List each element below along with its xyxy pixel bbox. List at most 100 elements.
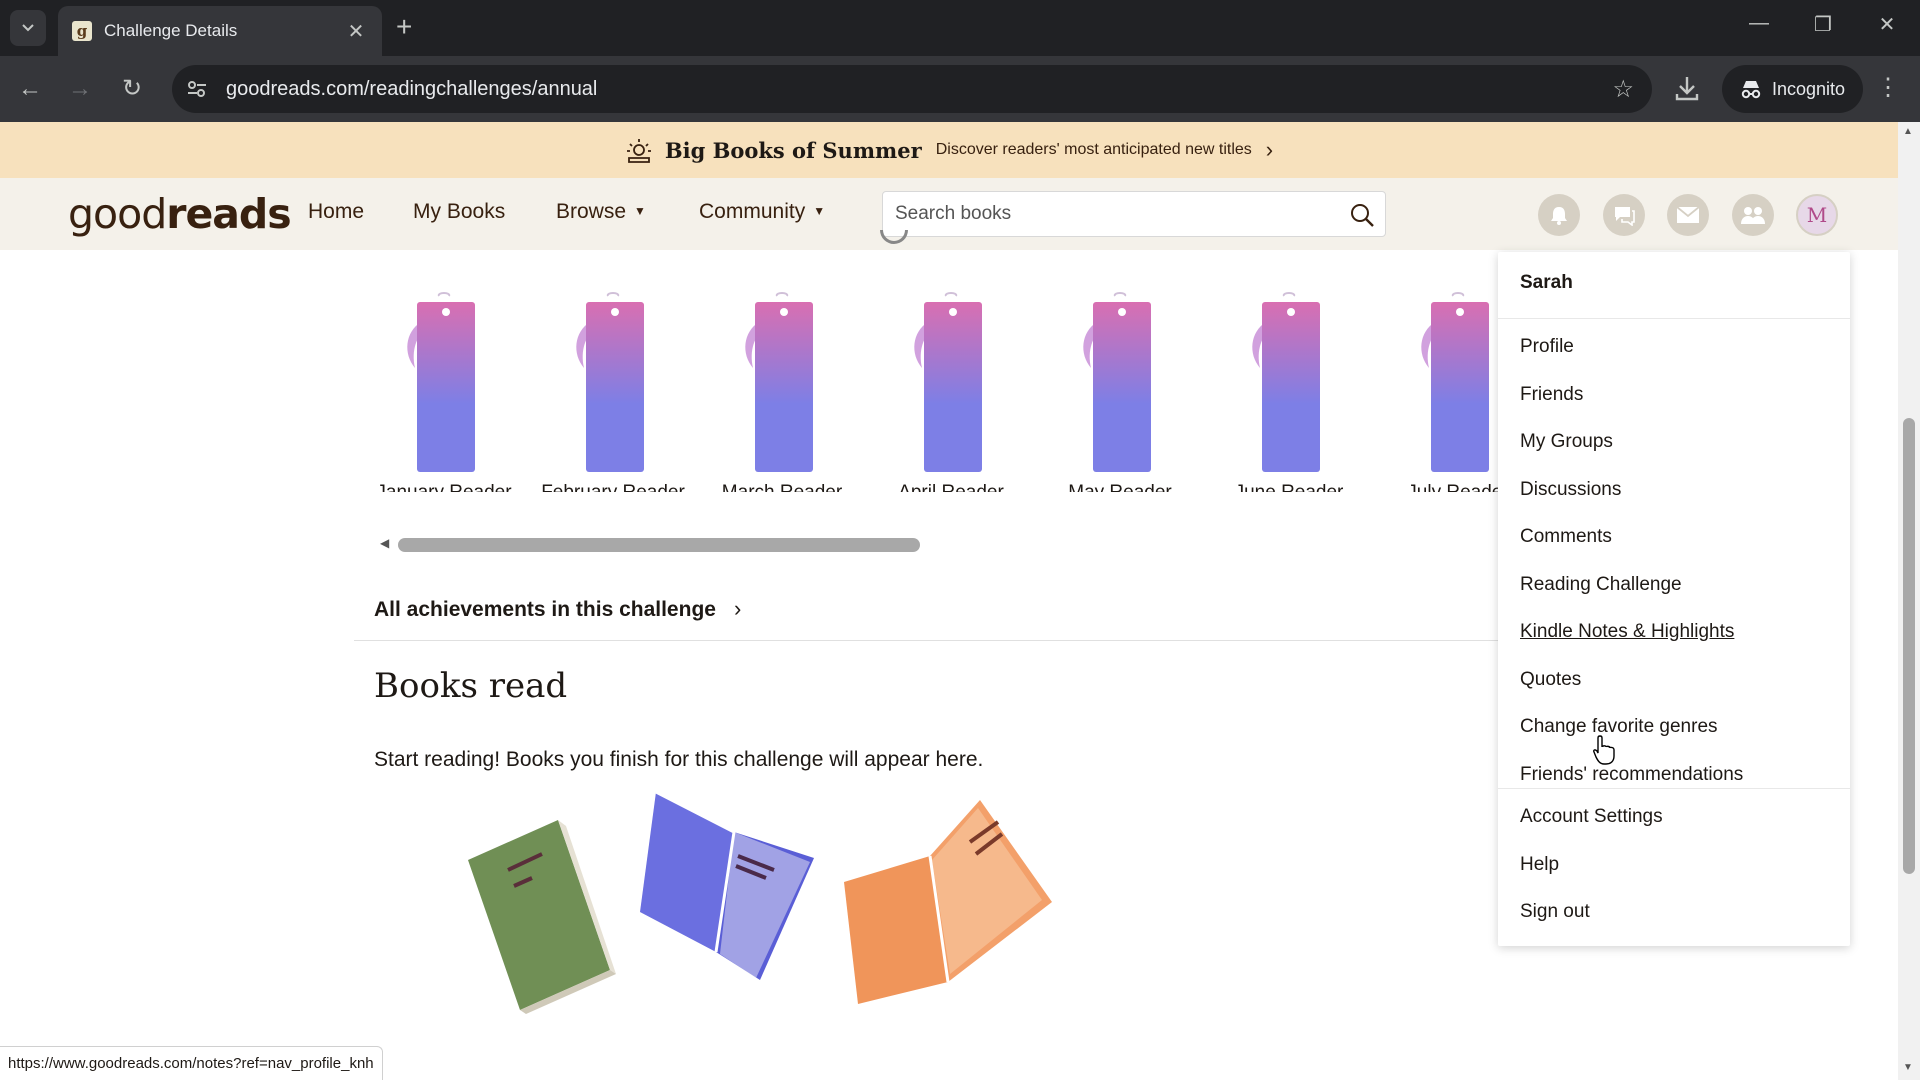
menu-item-account-settings[interactable]: Account Settings: [1520, 806, 1663, 828]
badge-label: February Reader: [529, 482, 697, 492]
menu-item-change-favorite-genres[interactable]: Change favorite genres: [1520, 716, 1718, 738]
bookmark-badge-icon: [576, 292, 644, 472]
page-viewport: Big Books of Summer Discover readers' mo…: [0, 122, 1898, 1080]
menu-item-reading-challenge[interactable]: Reading Challenge: [1520, 574, 1682, 596]
menu-item-sign-out[interactable]: Sign out: [1520, 901, 1590, 923]
bookmark-badge-icon: [1083, 292, 1151, 472]
notifications-bell-icon[interactable]: [1538, 194, 1580, 236]
menu-item-my-groups[interactable]: My Groups: [1520, 431, 1613, 453]
section-divider: [354, 640, 1500, 641]
close-window-icon[interactable]: ✕: [1872, 12, 1902, 37]
chevron-down-icon: [22, 24, 34, 32]
user-avatar[interactable]: M: [1796, 194, 1838, 236]
all-achievements-link[interactable]: All achievements in this challenge: [374, 598, 716, 622]
logo-light: good: [68, 190, 167, 238]
url-text: goodreads.com/readingchallenges/annual: [226, 77, 598, 100]
bookmark-badge-icon: [1421, 292, 1489, 472]
site-header: goodreads Home My Books Browse ▼ Communit…: [0, 178, 1898, 250]
browser-tab[interactable]: g Challenge Details ✕: [58, 6, 382, 56]
scroll-left-arrow-icon[interactable]: ◀: [380, 536, 389, 550]
promo-title: Big Books of Summer: [664, 137, 922, 163]
menu-item-friends[interactable]: Friends: [1520, 384, 1583, 406]
discussions-icon[interactable]: [1603, 194, 1645, 236]
badge-item[interactable]: February Reader: [529, 292, 697, 492]
browser-toolbar: ← → ↻ goodreads.com/readingchallenges/an…: [0, 56, 1920, 122]
incognito-label: Incognito: [1772, 78, 1846, 99]
nav-browse[interactable]: Browse ▼: [556, 200, 646, 224]
minimize-icon[interactable]: —: [1744, 12, 1774, 35]
page-scrollbar-thumb[interactable]: [1903, 418, 1915, 874]
menu-item-kindle-notes-highlights[interactable]: Kindle Notes & Highlights: [1520, 621, 1734, 643]
nav-browse-label: Browse: [556, 200, 627, 223]
page-scrollbar[interactable]: ▲ ▼: [1898, 122, 1920, 1080]
tab-search-button[interactable]: [10, 10, 46, 46]
books-read-heading: Books read: [374, 666, 568, 706]
search-input[interactable]: [883, 192, 1323, 236]
orange-book-illustration: [844, 800, 1052, 1004]
site-settings-icon[interactable]: [182, 79, 212, 99]
incognito-icon: [1741, 81, 1761, 99]
menu-item-discussions[interactable]: Discussions: [1520, 479, 1621, 501]
badge-item[interactable]: March Reader: [698, 292, 866, 492]
download-icon[interactable]: [1674, 74, 1700, 107]
menu-item-help[interactable]: Help: [1520, 854, 1559, 876]
books-illustration: [468, 790, 1052, 1014]
bookmark-badge-icon: [745, 292, 813, 472]
badge-item[interactable]: July Reader: [1374, 292, 1500, 492]
close-tab-icon[interactable]: ✕: [344, 19, 368, 44]
bookmark-badge-icon: [1252, 292, 1320, 472]
reload-icon[interactable]: ↻: [116, 73, 148, 105]
chevron-right-icon: ›: [1265, 137, 1274, 162]
goodreads-favicon-icon: g: [72, 21, 92, 41]
nav-my-books[interactable]: My Books: [413, 200, 505, 224]
chevron-right-icon[interactable]: ›: [734, 596, 741, 622]
forward-arrow-icon[interactable]: →: [64, 73, 96, 105]
promo-banner[interactable]: Big Books of Summer Discover readers' mo…: [0, 122, 1898, 178]
goodreads-logo[interactable]: goodreads: [68, 190, 292, 238]
address-bar[interactable]: goodreads.com/readingchallenges/annual ☆: [172, 65, 1652, 113]
restore-icon[interactable]: ❐: [1808, 12, 1838, 37]
new-tab-button[interactable]: +: [396, 12, 412, 42]
badge-item[interactable]: June Reader: [1205, 292, 1373, 492]
sun-book-icon: [626, 139, 651, 163]
badges-scrollbar-thumb[interactable]: [398, 538, 920, 552]
menu-item-quotes[interactable]: Quotes: [1520, 669, 1581, 691]
menu-item-friends-recommendations[interactable]: Friends' recommendations: [1520, 764, 1743, 786]
bookmark-badge-icon: [407, 292, 475, 472]
badge-label: May Reader: [1036, 482, 1204, 492]
nav-community-label: Community: [699, 200, 806, 223]
badge-label: March Reader: [698, 482, 866, 492]
green-book-illustration: [468, 820, 616, 1014]
caret-down-icon: ▼: [813, 204, 826, 218]
profile-dropdown-menu: Sarah Profile Friends My Groups Discussions…: [1498, 252, 1850, 946]
nav-community[interactable]: Community ▼: [699, 200, 825, 224]
search-icon[interactable]: [1349, 202, 1375, 233]
menu-item-comments[interactable]: Comments: [1520, 526, 1612, 548]
menu-divider: [1498, 788, 1850, 789]
nav-home[interactable]: Home: [308, 200, 364, 224]
scroll-up-arrow-icon[interactable]: ▲: [1903, 126, 1913, 137]
back-arrow-icon[interactable]: ←: [14, 73, 46, 105]
browser-menu-icon[interactable]: ⋮: [1876, 73, 1900, 102]
incognito-indicator[interactable]: Incognito: [1722, 65, 1864, 113]
books-empty-message: Start reading! Books you finish for this…: [374, 748, 984, 771]
badge-label: June Reader: [1205, 482, 1373, 492]
friends-icon[interactable]: [1732, 194, 1774, 236]
badge-label: April Reader: [867, 482, 1035, 492]
achievement-badges: January ReaderFebruary ReaderMarch Reade…: [360, 292, 1500, 492]
scroll-down-arrow-icon[interactable]: ▼: [1903, 1062, 1913, 1073]
status-bar-url: https://www.goodreads.com/notes?ref=nav_…: [0, 1046, 383, 1080]
badge-item[interactable]: January Reader: [360, 292, 528, 492]
bookmark-star-icon[interactable]: ☆: [1612, 75, 1634, 104]
menu-divider: [1498, 318, 1850, 319]
caret-down-icon: ▼: [634, 204, 646, 218]
badge-item[interactable]: May Reader: [1036, 292, 1204, 492]
badge-item[interactable]: April Reader: [867, 292, 1035, 492]
search-box: [882, 191, 1386, 237]
messages-envelope-icon[interactable]: [1667, 194, 1709, 236]
menu-item-profile[interactable]: Profile: [1520, 336, 1574, 358]
blue-book-illustration: [640, 790, 814, 980]
bookmark-badge-icon: [914, 292, 982, 472]
browser-tab-bar: g Challenge Details ✕ + — ❐ ✕: [0, 0, 1920, 56]
menu-username: Sarah: [1520, 272, 1573, 293]
